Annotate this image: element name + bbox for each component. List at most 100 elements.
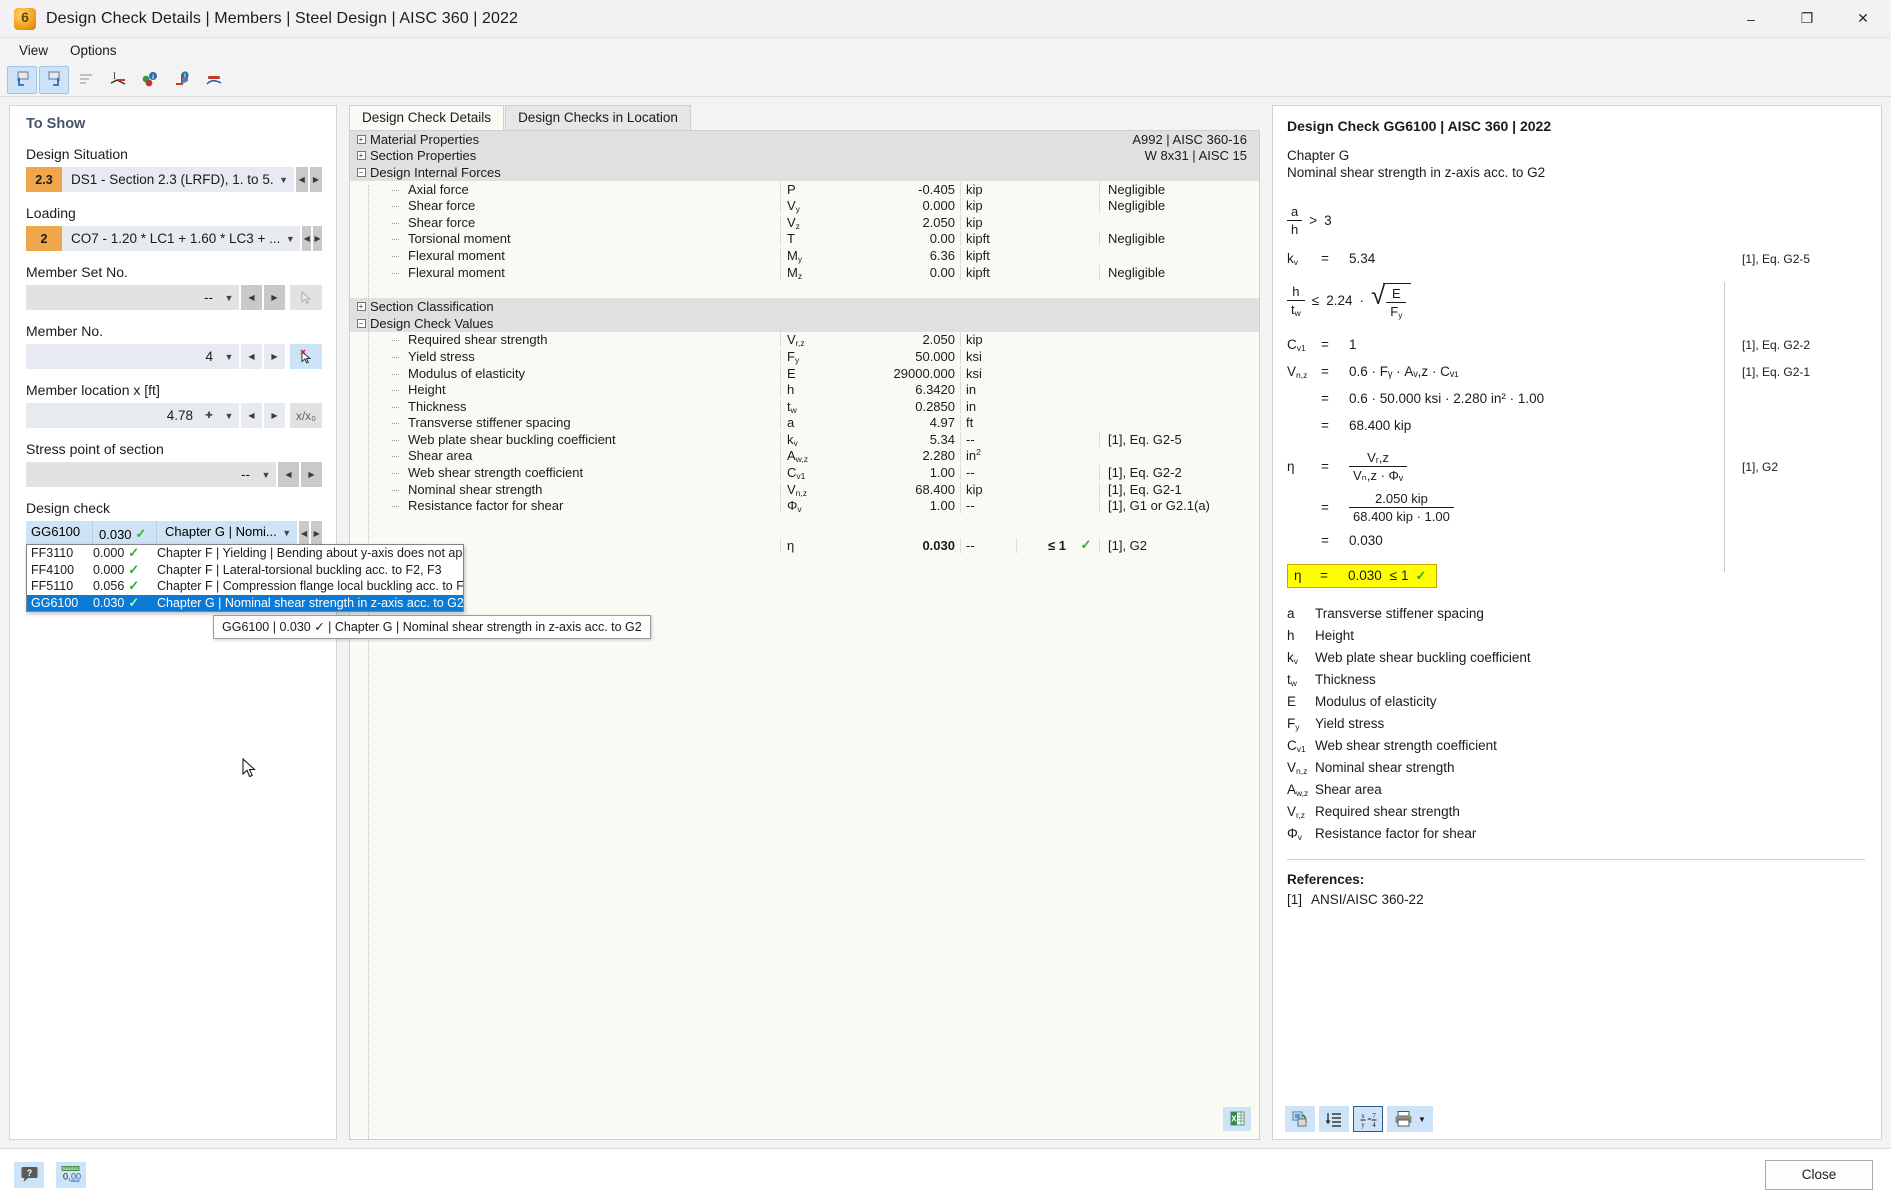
loading-next-button[interactable]: ▶ [313, 226, 322, 251]
close-window-button[interactable]: ✕ [1835, 0, 1891, 38]
collapse-icon[interactable]: − [350, 318, 368, 328]
tab-design-check-details[interactable]: Design Check Details [349, 105, 505, 131]
formula-display-icon[interactable]: x y = 7 4 [1353, 1106, 1383, 1132]
expand-icon[interactable]: + [350, 302, 368, 312]
row-unit: ksi [960, 348, 1016, 364]
design-check-combo[interactable]: GG6100 0.030 ✓ Chapter G | Nomi... ▼ [26, 521, 297, 544]
legend-item: Vn,z Nominal shear strength [1287, 760, 1865, 776]
expand-icon[interactable]: + [350, 151, 368, 161]
table-row: Height h 6.3420 in [350, 381, 1259, 398]
member-no-next-button[interactable]: ▶ [264, 344, 285, 369]
tree-group-material-properties[interactable]: + Material Properties A992 | AISC 360-16 [350, 131, 1259, 148]
member-no-prev-button[interactable]: ◀ [241, 344, 262, 369]
help-bubble-icon[interactable]: ? [14, 1161, 44, 1188]
next-check-icon[interactable] [39, 65, 69, 94]
member-set-no-combo[interactable]: -- ▼ [26, 285, 239, 310]
copy-to-clipboard-icon[interactable] [1285, 1106, 1315, 1132]
row-symbol: T [780, 231, 872, 247]
chevron-down-icon[interactable]: ▼ [274, 175, 294, 185]
design-check-prev-button[interactable]: ◀ [298, 521, 310, 546]
list-item[interactable]: FF5110 0.056 ✓ Chapter F | Compression f… [27, 578, 463, 595]
member-no-pick-icon[interactable] [290, 344, 322, 369]
member-location-combo[interactable]: 4.78 ✚ ▼ [26, 403, 239, 428]
loading-combo[interactable]: 2 CO7 - 1.20 * LC1 + 1.60 * LC3 + ... ▼ [26, 226, 301, 251]
member-set-no-label: Member Set No. [26, 264, 128, 280]
panel-title: To Show [26, 116, 86, 132]
chevron-down-icon[interactable]: ▼ [256, 470, 276, 480]
tree-group-design-check-values[interactable]: − Design Check Values [350, 314, 1259, 332]
design-situation-prev-button[interactable]: ◀ [295, 167, 308, 192]
chevron-down-icon[interactable]: ▼ [280, 234, 300, 244]
chevron-down-icon[interactable]: ▼ [1418, 1115, 1426, 1124]
result-diagram-icon[interactable] [199, 66, 229, 94]
list-view-icon[interactable] [71, 66, 101, 94]
equation-h-over-tw: h tw ≤ 2.24 · √ E Fy [1287, 282, 1865, 320]
equals-sign: = [1321, 364, 1329, 380]
design-check-wrapper: GG6100 0.030 ✓ Chapter G | Nomi... ▼ ◀ ▶ [26, 521, 651, 639]
loading-prev-button[interactable]: ◀ [302, 226, 312, 251]
section-info-icon[interactable]: i [167, 66, 197, 94]
expand-icon[interactable]: + [350, 134, 368, 144]
list-item-desc: Chapter F | Yielding | Bending about y-a… [157, 546, 463, 561]
menu-options[interactable]: Options [59, 40, 128, 61]
equation-eta-lhs: η [1287, 459, 1295, 475]
fraction-eta-symbolic: Vᵣ,ᴢ Vₙ,ᴢ · Φᵥ [1349, 450, 1408, 484]
stress-point-next-button[interactable]: ▶ [301, 462, 322, 487]
tab-design-checks-in-location[interactable]: Design Checks in Location [505, 105, 691, 130]
member-set-prev-button[interactable]: ◀ [241, 285, 262, 310]
stress-point-combo[interactable]: -- ▼ [26, 462, 276, 487]
chevron-down-icon[interactable]: ▼ [219, 293, 239, 303]
member-set-next-button[interactable]: ▶ [264, 285, 285, 310]
row-label: Resistance factor for shear [368, 498, 780, 513]
section-diagram-icon[interactable]: I [103, 66, 133, 94]
row-label: Yield stress [368, 349, 780, 364]
maximize-button[interactable]: ❐ [1779, 0, 1835, 38]
formula-area: a h > 3 kv = 5.34 [1], Eq. G2-5 h tw ≤ 2… [1287, 204, 1865, 606]
member-set-pick-icon[interactable] [290, 285, 322, 310]
list-item[interactable]: FF4100 0.000 ✓ Chapter F | Lateral-torsi… [27, 562, 463, 579]
member-location-next-button[interactable]: ▶ [264, 403, 285, 428]
stress-point-row: -- ▼ ◀ ▶ [26, 462, 322, 487]
legend-item: kv Web plate shear buckling coefficient [1287, 649, 1865, 666]
detail-list-icon[interactable] [1319, 1106, 1349, 1132]
print-button[interactable]: ▼ [1387, 1106, 1433, 1132]
row-symbol: My [780, 247, 872, 264]
design-check-dropdown-list[interactable]: FF3110 0.000 ✓ Chapter F | Yielding | Be… [26, 544, 464, 612]
loading-badge: 2 [26, 226, 62, 251]
row-value: 0.00 [929, 231, 955, 247]
legend-item: Fy Yield stress [1287, 716, 1865, 732]
material-info-icon[interactable]: i [135, 66, 165, 94]
menu-view[interactable]: View [8, 40, 59, 61]
design-situation-next-button[interactable]: ▶ [309, 167, 322, 192]
legend-symbol: kv [1287, 649, 1298, 666]
list-item-selected[interactable]: GG6100 0.030 ✓ Chapter G | Nominal shear… [27, 594, 463, 611]
member-location-prev-button[interactable]: ◀ [241, 403, 262, 428]
equation-a-over-h-rhs: 3 [1324, 212, 1332, 228]
design-situation-combo[interactable]: 2.3 DS1 - Section 2.3 (LRFD), 1. to 5. ▼ [26, 167, 294, 192]
check-mark-icon: ✓ [1415, 567, 1427, 583]
member-no-combo[interactable]: 4 ▼ [26, 344, 239, 369]
design-check-next-button[interactable]: ▶ [311, 521, 322, 546]
legend-item: h Height [1287, 628, 1865, 643]
tree-group-design-internal-forces[interactable]: − Design Internal Forces [350, 164, 1259, 181]
relative-location-toggle[interactable]: x/x₀ [290, 403, 322, 428]
units-ruler-icon[interactable]: 0, 00 [56, 1161, 86, 1188]
member-set-no-value: -- [204, 290, 213, 305]
row-unit: in [960, 382, 1016, 398]
chevron-down-icon[interactable]: ▼ [219, 352, 239, 362]
excel-export-icon[interactable]: X [1223, 1107, 1251, 1131]
stress-point-prev-button[interactable]: ◀ [278, 462, 299, 487]
close-dialog-button[interactable]: Close [1765, 1159, 1873, 1190]
minimize-button[interactable]: – [1723, 0, 1779, 38]
previous-check-icon[interactable] [7, 65, 37, 94]
row-unit: -- [960, 465, 1016, 481]
row-note: Negligible [1099, 264, 1259, 280]
chevron-down-icon[interactable]: ▼ [219, 411, 239, 421]
list-item-ratio-value: 0.056 [93, 579, 125, 594]
tree-group-section-properties[interactable]: + Section Properties W 8x31 | AISC 15 [350, 147, 1259, 165]
equation-vnz: Vn,z = 0.6 · Fᵧ · Aᵥ,ᴢ · Cᵥ₁ [1], Eq. G2… [1287, 362, 1865, 382]
tree-group-section-classification[interactable]: + Section Classification [350, 298, 1259, 315]
list-item[interactable]: FF3110 0.000 ✓ Chapter F | Yielding | Be… [27, 545, 463, 562]
chevron-down-icon[interactable]: ▼ [277, 521, 297, 544]
collapse-icon[interactable]: − [350, 167, 368, 177]
